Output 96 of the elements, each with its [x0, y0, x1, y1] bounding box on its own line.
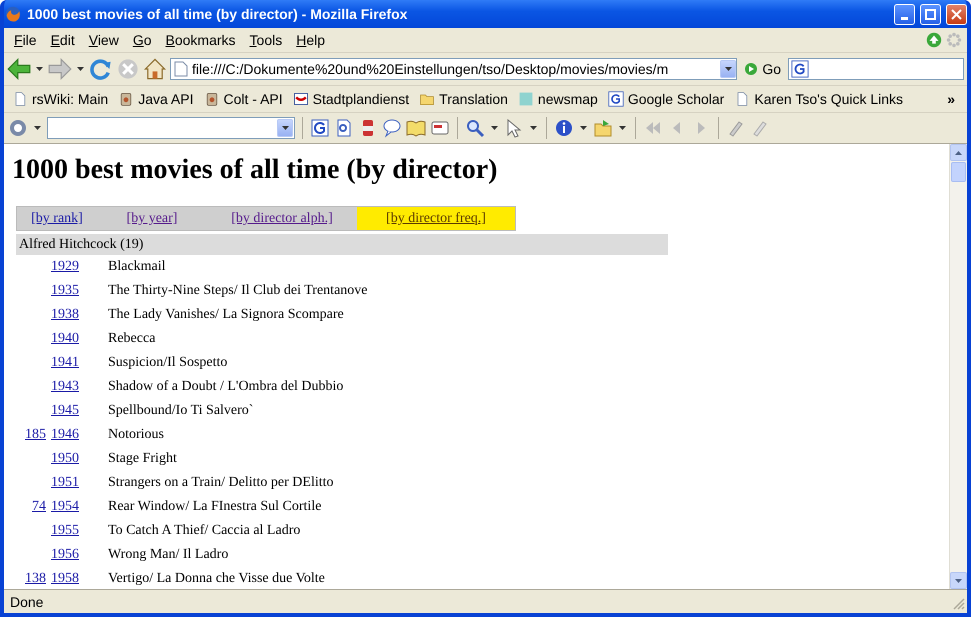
- year-link[interactable]: 1935: [51, 283, 83, 299]
- magnifier-icon[interactable]: [465, 118, 485, 138]
- scroll-down-button[interactable]: [950, 572, 967, 589]
- caret-icon[interactable]: [282, 126, 288, 130]
- play-icon: [744, 62, 758, 76]
- menu-item[interactable]: Edit: [44, 30, 81, 50]
- movie-title: To Catch A Thief/ Caccia al Ladro: [108, 523, 300, 539]
- forward-icon[interactable]: [48, 57, 72, 81]
- back-icon[interactable]: [7, 57, 31, 81]
- menu-item[interactable]: Bookmarks: [160, 30, 242, 50]
- year-link[interactable]: 1956: [51, 547, 83, 563]
- menu-item[interactable]: Tools: [244, 30, 288, 50]
- bookmark-item[interactable]: Java API: [114, 89, 198, 109]
- movie-title: Spellbound/Io Ti Salvero`: [108, 403, 254, 419]
- menu-item[interactable]: View: [82, 30, 125, 50]
- year-link[interactable]: 1955: [51, 523, 83, 539]
- info-icon[interactable]: [554, 118, 574, 138]
- caret-icon[interactable]: [724, 67, 732, 71]
- sort-link[interactable]: [by rank]: [17, 207, 97, 230]
- sort-link[interactable]: [by director alph.]: [207, 207, 357, 230]
- year-link[interactable]: 1940: [51, 331, 83, 347]
- bookmark-item[interactable]: Google Scholar: [604, 89, 728, 109]
- movie-title: Suspicion/Il Sospetto: [108, 355, 228, 371]
- toolbar-search-field[interactable]: [47, 117, 295, 139]
- year-link[interactable]: 1950: [51, 451, 83, 467]
- movie-title: Rear Window/ La FInestra Sul Cortile: [108, 499, 322, 515]
- year-link[interactable]: 1945: [51, 403, 83, 419]
- rank-link[interactable]: 74: [12, 499, 46, 515]
- close-icon: [951, 8, 962, 20]
- year-link[interactable]: 1929: [51, 259, 83, 275]
- rank-link[interactable]: 185: [12, 427, 46, 443]
- rank-link[interactable]: 138: [12, 571, 46, 587]
- book-icon[interactable]: [406, 118, 426, 138]
- page-heading: 1000 best movies of all time (by director): [12, 154, 498, 186]
- movie-title: Blackmail: [108, 259, 166, 275]
- scrollbar[interactable]: [949, 144, 967, 589]
- folder-icon[interactable]: [593, 118, 613, 138]
- caret-icon[interactable]: [580, 126, 587, 130]
- bookmark-item[interactable]: Karen Tso's Quick Links: [730, 89, 908, 109]
- scroll-up-button[interactable]: [950, 144, 967, 161]
- caret-icon[interactable]: [34, 126, 41, 130]
- sort-link[interactable]: [by year]: [97, 207, 207, 230]
- reload-icon[interactable]: [89, 57, 113, 81]
- minimize-button[interactable]: [894, 4, 915, 24]
- maximize-button[interactable]: [920, 4, 941, 24]
- speech-bubble-icon[interactable]: [382, 118, 402, 138]
- movie-title: Vertigo/ La Donna che Visse due Volte: [108, 571, 325, 587]
- year-link[interactable]: 1954: [51, 499, 83, 515]
- update-icon[interactable]: [925, 31, 943, 49]
- movie-title: The Thirty-Nine Steps/ Il Club dei Trentanove: [108, 283, 368, 299]
- close-button[interactable]: [946, 4, 967, 24]
- movie-title: Wrong Man/ Il Ladro: [108, 547, 228, 563]
- year-link[interactable]: 1941: [51, 355, 83, 371]
- go-button[interactable]: Go: [740, 59, 785, 79]
- menu-item[interactable]: Go: [126, 30, 158, 50]
- status-text: Done: [9, 594, 44, 610]
- year-link[interactable]: 1938: [51, 307, 83, 323]
- sort-link[interactable]: [by director freq.]: [357, 207, 515, 230]
- year-link[interactable]: 1946: [51, 427, 83, 443]
- caret-icon[interactable]: [36, 67, 43, 71]
- year-link[interactable]: 1951: [51, 475, 83, 491]
- bookmark-item[interactable]: newsmap: [514, 89, 602, 109]
- address-field[interactable]: file:///C:/Dokumente%20und%20Einstellungen/tso/Desktop/movies/movies/m: [170, 58, 738, 80]
- caret-icon[interactable]: [530, 126, 537, 130]
- throbber-icon: [945, 31, 963, 49]
- caret-icon[interactable]: [491, 126, 498, 130]
- search-field[interactable]: [788, 58, 964, 80]
- page-icon: [174, 61, 188, 77]
- bookmark-item[interactable]: Translation: [415, 89, 512, 109]
- minimize-icon: [901, 16, 908, 20]
- movie-title: Notorious: [108, 427, 164, 443]
- year-link[interactable]: 1958: [51, 571, 83, 587]
- scrollbar-thumb[interactable]: [951, 162, 966, 182]
- flag-icon: [292, 91, 309, 107]
- firefox-icon: [4, 5, 22, 23]
- director-heading: Alfred Hitchcock (19): [16, 234, 668, 255]
- maximize-icon: [925, 8, 936, 20]
- movie-title: Stage Fright: [108, 451, 177, 467]
- bookmark-item[interactable]: Colt - API: [200, 89, 287, 109]
- more-bookmarks-button[interactable]: »: [939, 91, 963, 107]
- window-title: 1000 best movies of all time (by director) - Mozilla Firefox: [27, 6, 408, 22]
- menu-item[interactable]: Help: [290, 30, 332, 50]
- caret-icon[interactable]: [619, 126, 626, 130]
- menu-item[interactable]: File: [8, 30, 43, 50]
- caret-icon[interactable]: [77, 67, 84, 71]
- square-icon: [518, 91, 534, 107]
- year-link[interactable]: 1943: [51, 379, 83, 395]
- down-arrow-icon: [955, 578, 962, 582]
- movie-title: Shadow of a Doubt / L'Ombra del Dubbio: [108, 379, 344, 395]
- movie-title: Strangers on a Train/ Delitto per DElitto: [108, 475, 334, 491]
- movie-title: The Lady Vanishes/ La Signora Scompare: [108, 307, 344, 323]
- up-arrow-icon: [955, 150, 962, 154]
- home-icon[interactable]: [143, 57, 167, 81]
- bookmark-item[interactable]: rsWiki: Main: [8, 89, 112, 109]
- bookmark-item[interactable]: Stadtplandienst: [288, 89, 414, 109]
- movie-title: Rebecca: [108, 331, 156, 347]
